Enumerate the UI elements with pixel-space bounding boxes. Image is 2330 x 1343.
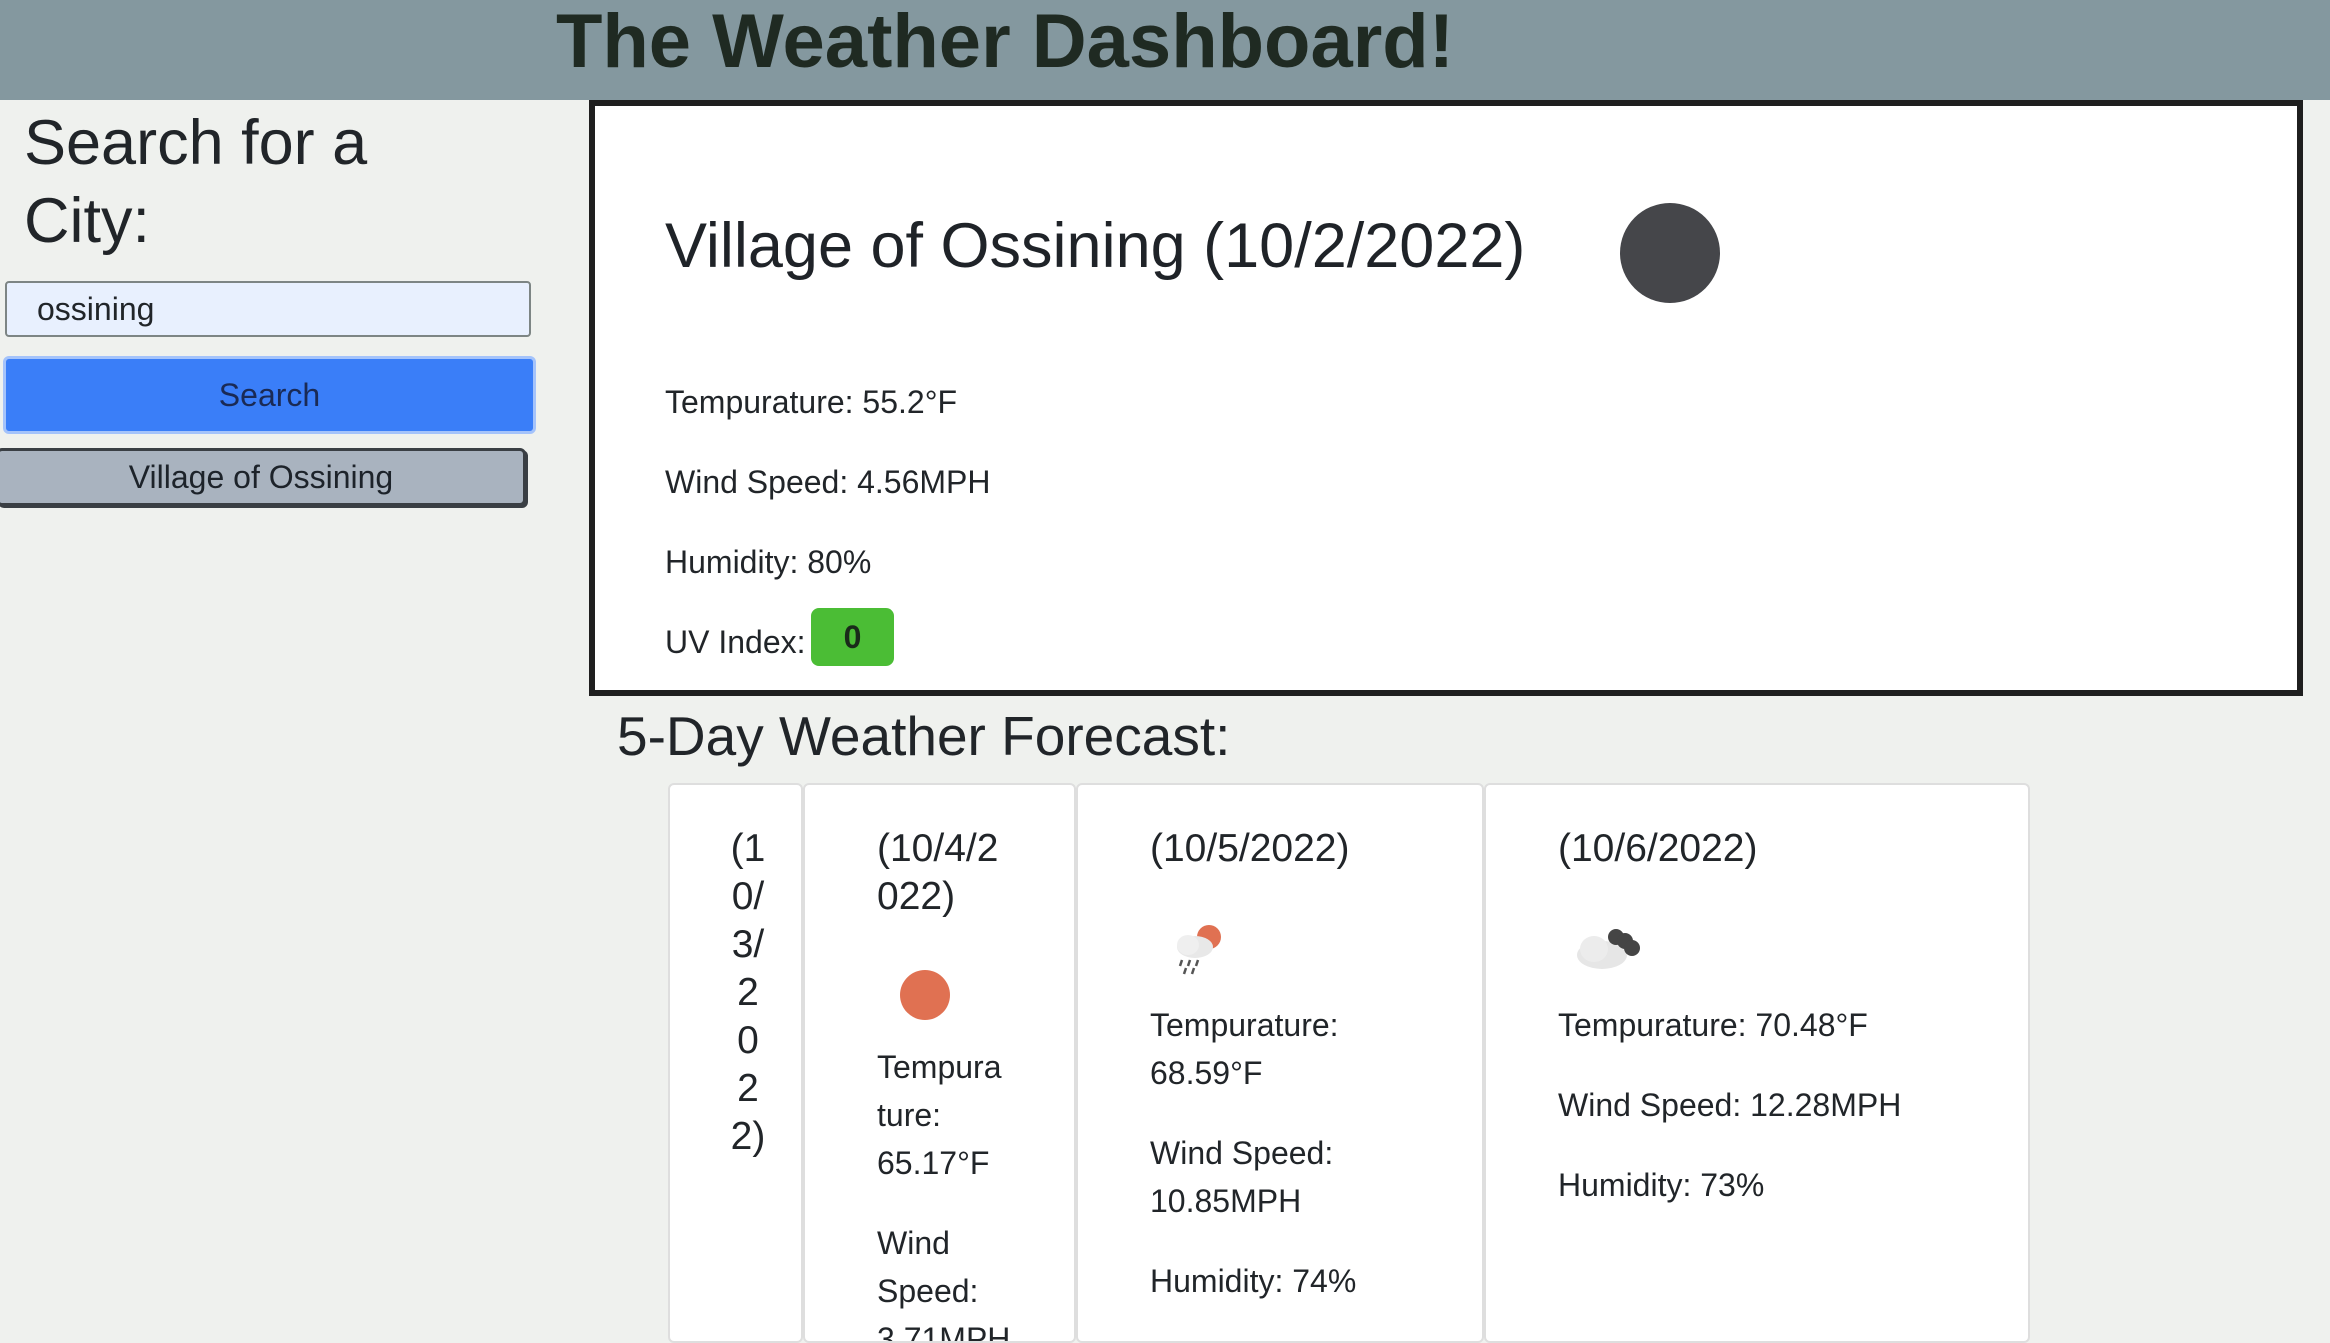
forecast-wind-label: Wind <box>877 1225 950 1261</box>
history-button-village-of-ossining[interactable]: Village of Ossining <box>0 448 526 506</box>
uv-index-badge: 0 <box>811 608 894 666</box>
forecast-humidity: Humidity: 74% <box>1150 1263 1357 1299</box>
forecast-temperature-label-cont: ture: <box>877 1097 942 1133</box>
city-search-input[interactable] <box>5 281 531 337</box>
forecast-wind-label: Wind Speed: <box>1150 1135 1334 1171</box>
forecast-card: (10/5/2022) Tempurature: 68.59°F Wind Sp… <box>1076 783 1484 1343</box>
rain-sun-icon <box>1177 925 1221 975</box>
forecast-date: (10/6/2022) <box>1558 827 1758 870</box>
sun-icon <box>900 970 950 1020</box>
forecast-wind-value: 10.85MPH <box>1150 1183 1302 1219</box>
current-weather-card: Village of Ossining (10/2/2022) Tempurat… <box>589 100 2303 696</box>
forecast-title: 5-Day Weather Forecast: <box>617 705 1231 767</box>
app-header: The Weather Dashboard! <box>0 0 2330 100</box>
current-wind-speed: Wind Speed: 4.56MPH <box>665 464 991 500</box>
forecast-card: (10/3/2022) <box>668 783 803 1343</box>
forecast-wind-value: 3.71MPH <box>877 1321 1011 1343</box>
search-button[interactable]: Search <box>3 356 536 434</box>
current-temperature: Tempurature: 55.2°F <box>665 384 958 420</box>
forecast-temperature: Tempurature: 70.48°F <box>1558 1007 1868 1043</box>
uv-index-label: UV Index: <box>665 624 806 660</box>
forecast-date: (10/3/2022) <box>730 827 766 1158</box>
forecast-card: (10/6/2022) Tempurature: 70.48°F Wind Sp… <box>1484 783 2030 1343</box>
search-heading: Search for a City: <box>24 108 368 256</box>
current-humidity: Humidity: 80% <box>665 544 872 580</box>
forecast-temperature-value: 68.59°F <box>1150 1055 1263 1091</box>
forecast-humidity: Humidity: 73% <box>1558 1167 1765 1203</box>
forecast-wind-label-cont: Speed: <box>877 1273 979 1309</box>
forecast-wind-speed: Wind Speed: 12.28MPH <box>1558 1087 1902 1123</box>
forecast-card: (10/4/2022) Tempura ture: 65.17°F Wind S… <box>803 783 1076 1343</box>
current-city-date: Village of Ossining (10/2/2022) <box>665 211 1526 281</box>
forecast-temperature-label: Tempurature: <box>1150 1007 1339 1043</box>
forecast-temperature-value: 65.17°F <box>877 1145 990 1181</box>
moon-dot-icon <box>1620 203 1720 303</box>
page-title: The Weather Dashboard! <box>555 0 1455 84</box>
forecast-date: (10/5/2022) <box>1150 827 1350 870</box>
forecast-date: (10/4/2022) <box>877 827 999 918</box>
forecast-temperature-label: Tempura <box>877 1049 1002 1085</box>
clouds-icon <box>1577 929 1640 969</box>
